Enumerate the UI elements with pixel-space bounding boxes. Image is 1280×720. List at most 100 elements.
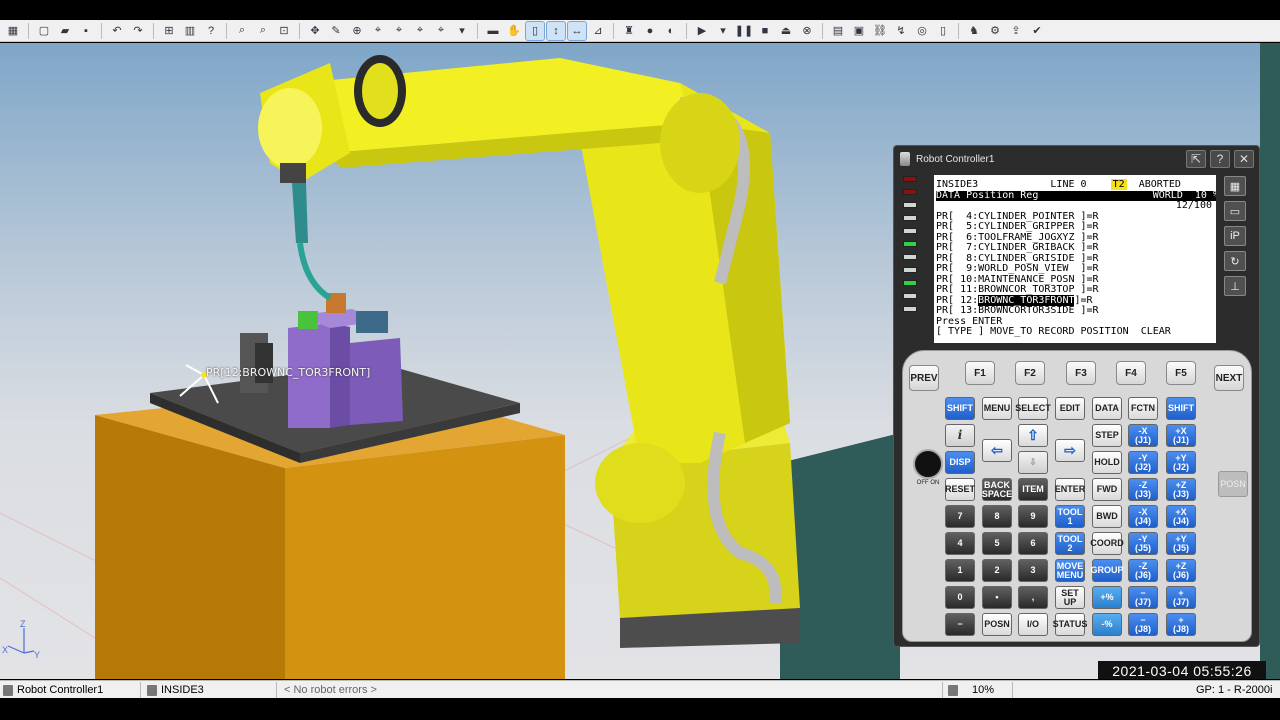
play-dropdown-icon[interactable]: ▾ (714, 22, 732, 40)
target-icon[interactable]: ⊕ (348, 22, 366, 40)
path-icon[interactable]: ↯ (892, 22, 910, 40)
grid-icon[interactable]: ▦ (4, 22, 22, 40)
open-icon[interactable]: ▰ (56, 22, 74, 40)
move-icon[interactable]: ✥ (306, 22, 324, 40)
next-key[interactable]: NEXT (1214, 365, 1244, 391)
digit-6-key[interactable]: 6 (1018, 532, 1048, 555)
jog-plus-y-j5-key[interactable]: +Y (J5) (1166, 532, 1196, 555)
enter-key[interactable]: ENTER (1055, 478, 1085, 501)
f5-key[interactable]: F5 (1166, 361, 1196, 385)
digit-3-key[interactable]: 3 (1018, 559, 1048, 582)
digit-2-key[interactable]: 2 (982, 559, 1012, 582)
digit-9-key[interactable]: 9 (1018, 505, 1048, 528)
jog-plus-x-j1-key[interactable]: +X (J1) (1166, 424, 1196, 447)
ruler-icon[interactable]: ▬ (484, 22, 502, 40)
abort-icon[interactable]: ⊗ (798, 22, 816, 40)
save-icon[interactable]: ▪ (77, 22, 95, 40)
checkmark-icon[interactable]: ✔ (1028, 22, 1046, 40)
program-icon[interactable]: ▣ (850, 22, 868, 40)
jog-minus-x-j4-key[interactable]: -X (J4) (1128, 505, 1158, 528)
zoom-area-icon[interactable]: ⌕ (254, 22, 272, 40)
stop-icon[interactable]: ■ (756, 22, 774, 40)
pin-icon[interactable]: ⊥ (1224, 276, 1246, 296)
eject-icon[interactable]: ⏏ (777, 22, 795, 40)
undo-icon[interactable]: ↶ (108, 22, 126, 40)
jog-plus-x-j4-key[interactable]: +X (J4) (1166, 505, 1196, 528)
zoom-icon[interactable]: ⌕ (233, 22, 251, 40)
digit-1-key[interactable]: 1 (945, 559, 975, 582)
speed-up-key[interactable]: +% (1092, 586, 1122, 609)
pr-row[interactable]: PR[ 5:CYLINDER_GRIPPER ]=R (936, 221, 1216, 233)
data-key[interactable]: DATA (1092, 397, 1122, 420)
jog-frame-icon[interactable]: ↔ (567, 20, 587, 41)
reset-key[interactable]: RESET (945, 478, 975, 501)
export-icon[interactable]: ⇪ (1007, 22, 1025, 40)
decimal-key[interactable]: • (982, 586, 1012, 609)
chart-icon[interactable]: ▥ (181, 22, 199, 40)
zoom-fit-icon[interactable]: ⊡ (275, 22, 293, 40)
robot2-icon[interactable]: ♞ (965, 22, 983, 40)
digit-0-key[interactable]: 0 (945, 586, 975, 609)
digit-7-key[interactable]: 7 (945, 505, 975, 528)
jog-minus-j7-key[interactable]: − (J7) (1128, 586, 1158, 609)
pr-row[interactable]: PR[ 9:WORLD_POSN_VIEW ]=R (936, 263, 1216, 275)
move-menu-key[interactable]: MOVE MENU (1055, 559, 1085, 582)
status-speed[interactable]: 10% (948, 683, 994, 697)
detach-button[interactable]: ⇱ (1186, 150, 1206, 168)
f4-key[interactable]: F4 (1116, 361, 1146, 385)
menu-key[interactable]: MENU (982, 397, 1012, 420)
jog-plus-j7-key[interactable]: + (J7) (1166, 586, 1196, 609)
keyboard-icon[interactable]: ▦ (1224, 176, 1246, 196)
fctn-key[interactable]: FCTN (1128, 397, 1158, 420)
teach-pendant-icon[interactable]: ▯ (525, 20, 545, 41)
io-key[interactable]: I/O (1018, 613, 1048, 636)
cycle-icon[interactable]: ◐ (662, 22, 680, 40)
bwd-key[interactable]: BWD (1092, 505, 1122, 528)
help-icon[interactable]: ? (202, 22, 220, 40)
record-icon[interactable]: ● (641, 22, 659, 40)
measure-icon[interactable]: ⊿ (589, 22, 607, 40)
digit-4-key[interactable]: 4 (945, 532, 975, 555)
frame3-icon[interactable]: ⌖ (411, 22, 429, 40)
frame2-icon[interactable]: ⌖ (390, 22, 408, 40)
pr-row[interactable]: PR[ 7:CYLINDER_GRIBACK ]=R (936, 242, 1216, 254)
item-key[interactable]: ITEM (1018, 478, 1048, 501)
posn-key[interactable]: POSN (982, 613, 1012, 636)
hierarchy-icon[interactable]: ⊞ (160, 22, 178, 40)
link-icon[interactable]: ⛓ (871, 22, 889, 40)
play-icon[interactable]: ▶ (693, 22, 711, 40)
refresh-icon[interactable]: ↻ (1224, 251, 1246, 271)
f1-key[interactable]: F1 (965, 361, 995, 385)
digit-5-key[interactable]: 5 (982, 532, 1012, 555)
jog-minus-j8-key[interactable]: − (J8) (1128, 613, 1158, 636)
status-errors[interactable]: < No robot errors > (284, 683, 377, 697)
target2-icon[interactable]: ◎ (913, 22, 931, 40)
jog-minus-x-j1-key[interactable]: -X (J1) (1128, 424, 1158, 447)
digit-8-key[interactable]: 8 (982, 505, 1012, 528)
robot-controller-window[interactable]: Robot Controller1 ⇱ ? ✕ INSIDE3 LINE 0 T… (893, 145, 1260, 647)
shift-right-key[interactable]: SHIFT (1166, 397, 1196, 420)
jog-plus-z-j6-key[interactable]: +Z (J6) (1166, 559, 1196, 582)
coord-key[interactable]: COORD (1090, 532, 1124, 555)
pr-row[interactable]: PR[ 13:BROWNCORTOR3SIDE ]=R (936, 305, 1216, 317)
jog-plus-z-j3-key[interactable]: +Z (J3) (1166, 478, 1196, 501)
prev-key[interactable]: PREV (909, 365, 939, 391)
down-arrow-key[interactable]: ⇩ (1018, 451, 1048, 474)
jog-minus-z-j3-key[interactable]: -Z (J3) (1128, 478, 1158, 501)
frame4-icon[interactable]: ⌖ (432, 22, 450, 40)
right-arrow-key[interactable]: ⇨ (1055, 439, 1085, 462)
new-icon[interactable]: ▢ (35, 22, 53, 40)
pendant-icon[interactable]: ▯ (934, 22, 952, 40)
emergency-stop-switch[interactable] (913, 449, 943, 479)
info-key[interactable]: i (945, 424, 975, 447)
tool2-key[interactable]: TOOL 2 (1055, 532, 1085, 555)
jog-plus-j8-key[interactable]: + (J8) (1166, 613, 1196, 636)
edit-icon[interactable]: ✎ (327, 22, 345, 40)
speed-down-key[interactable]: -% (1092, 613, 1122, 636)
drop-icon[interactable]: ▾ (453, 22, 471, 40)
group-key[interactable]: GROUP (1091, 559, 1124, 582)
redo-icon[interactable]: ↷ (129, 22, 147, 40)
disp-key[interactable]: DISP (945, 451, 975, 474)
status-key[interactable]: STATUS (1053, 613, 1087, 636)
pause-icon[interactable]: ❚❚ (735, 22, 753, 40)
